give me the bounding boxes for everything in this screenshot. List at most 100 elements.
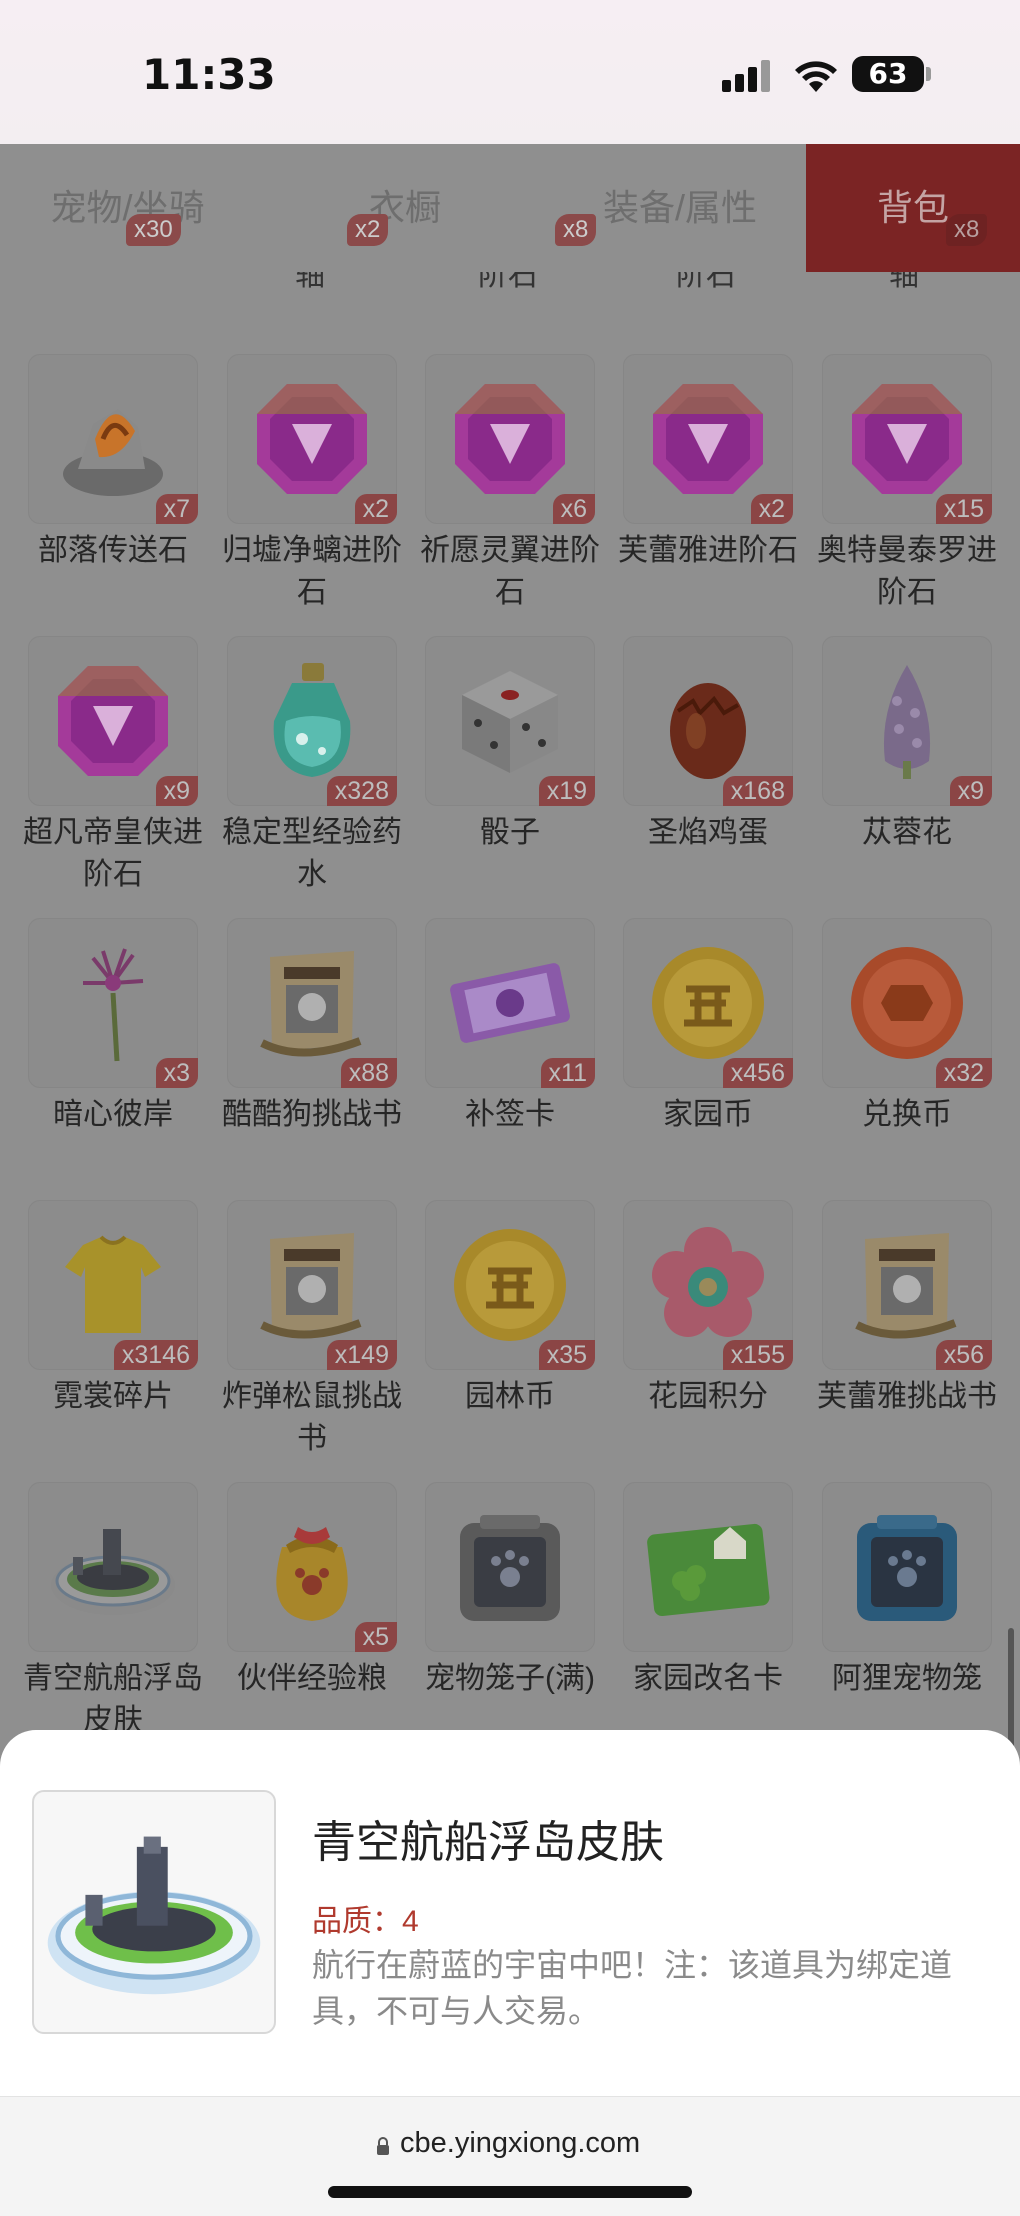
status-time: 11:33: [142, 50, 276, 99]
inventory-item[interactable]: x149 炸弹松鼠挑战书: [222, 1200, 402, 1460]
item-name: 骰子: [480, 816, 540, 849]
item-name: 芙蕾雅挑战书: [817, 1380, 997, 1413]
item-tile[interactable]: x155: [623, 1200, 793, 1370]
item-tile[interactable]: x6: [425, 354, 595, 524]
tab-wardrobe[interactable]: 衣橱 x2: [255, 144, 555, 272]
item-quantity-badge: x9: [949, 776, 992, 806]
inventory-item[interactable]: x56 芙蕾雅挑战书: [817, 1200, 997, 1418]
cage-icon: [460, 1515, 560, 1621]
item-tile[interactable]: x32: [822, 918, 992, 1088]
item-tile[interactable]: x56: [822, 1200, 992, 1370]
item-name: 阿狸宠物笼: [832, 1662, 982, 1695]
browser-url-bar[interactable]: cbe.yingxiong.com: [0, 2096, 1020, 2216]
item-quantity-badge: x149: [326, 1340, 397, 1370]
inventory-item[interactable]: x32 兑换币: [822, 918, 992, 1136]
item-tile[interactable]: x149: [227, 1200, 397, 1370]
item-name: 花园积分: [648, 1380, 768, 1413]
item-quantity-badge: x3146: [113, 1340, 198, 1370]
item-quantity-badge: x9: [155, 776, 198, 806]
inventory-item[interactable]: x2 芙蕾雅进阶石: [618, 354, 798, 572]
inventory-item[interactable]: 阿狸宠物笼: [822, 1482, 992, 1700]
item-name: 酷酷狗挑战书: [222, 1098, 402, 1131]
item-tile[interactable]: x9: [28, 636, 198, 806]
item-tile[interactable]: x5: [227, 1482, 397, 1652]
item-detail-quality: 品质：4: [312, 1905, 419, 1938]
inventory-item[interactable]: x11 补签卡: [425, 918, 595, 1136]
item-name: 圣焰鸡蛋: [648, 816, 768, 849]
item-tile[interactable]: x168: [623, 636, 793, 806]
inventory-item[interactable]: x9 苁蓉花: [822, 636, 992, 854]
item-quantity-badge: x456: [722, 1058, 793, 1088]
inventory-grid: 轴 阶石 阶石 轴 x7 部落传送石 x2 归墟净螭进阶石 x6 祈愿灵翼进阶石 x2 芙蕾雅…: [0, 272, 1020, 1732]
tab-badge: x2: [347, 214, 389, 246]
inventory-item[interactable]: x19 骰子: [425, 636, 595, 854]
item-name: 超凡帝皇侠进阶石: [23, 816, 203, 891]
partial-item-label: 阶石: [676, 272, 736, 292]
inventory-item[interactable]: x328 稳定型经验药水: [222, 636, 402, 896]
item-tile[interactable]: x9: [822, 636, 992, 806]
tab-label: 宠物/坐骑: [50, 187, 205, 228]
inventory-item[interactable]: x88 酷酷狗挑战书: [222, 918, 402, 1136]
gem-icon: [58, 666, 168, 776]
item-tile[interactable]: x19: [425, 636, 595, 806]
item-detail-panel: 青空航船浮岛皮肤 品质：4 航行在蔚蓝的宇宙中吧！注：该道具为绑定道具，不可与人…: [0, 1730, 1020, 2096]
inventory-item[interactable]: x155 花园积分: [623, 1200, 793, 1418]
item-tile[interactable]: [425, 1482, 595, 1652]
item-tile[interactable]: [822, 1482, 992, 1652]
item-name: 宠物笼子(满): [425, 1662, 595, 1695]
partial-item-label: 阶石: [478, 272, 538, 292]
inventory-item[interactable]: 家园改名卡: [623, 1482, 793, 1700]
inventory-item[interactable]: x168 圣焰鸡蛋: [623, 636, 793, 854]
tab-badge: x30: [126, 214, 181, 246]
inventory-item[interactable]: x7 部落传送石: [28, 354, 198, 572]
inventory-item[interactable]: x456 家园币: [623, 918, 793, 1136]
inventory-item[interactable]: x3146 霓裳碎片: [28, 1200, 198, 1418]
item-detail-title: 青空航船浮岛皮肤: [312, 1818, 664, 1867]
item-name: 归墟净螭进阶石: [222, 534, 402, 609]
inventory-item[interactable]: x5 伙伴经验粮: [227, 1482, 397, 1700]
item-tile[interactable]: x456: [623, 918, 793, 1088]
item-tile[interactable]: x7: [28, 354, 198, 524]
inventory-item[interactable]: 青空航船浮岛皮肤: [23, 1482, 203, 1732]
item-tile[interactable]: [623, 1482, 793, 1652]
item-quantity-badge: x155: [722, 1340, 793, 1370]
cellular-signal-icon: [722, 60, 774, 92]
tab-label: 装备/属性: [602, 187, 757, 228]
tab-label: 背包: [876, 187, 949, 228]
item-tile[interactable]: x328: [227, 636, 397, 806]
item-tile[interactable]: x11: [425, 918, 595, 1088]
inventory-item[interactable]: x3 暗心彼岸: [28, 918, 198, 1136]
item-tile[interactable]: x2: [227, 354, 397, 524]
lock-icon: [377, 2137, 389, 2155]
tab-pets-mounts[interactable]: 宠物/坐骑 x30: [0, 144, 255, 272]
item-tile[interactable]: x35: [425, 1200, 595, 1370]
item-name: 苁蓉花: [862, 816, 952, 849]
item-tile[interactable]: x2: [623, 354, 793, 524]
item-tile[interactable]: x3: [28, 918, 198, 1088]
item-quantity-badge: x5: [354, 1622, 397, 1652]
home-indicator[interactable]: [328, 2186, 692, 2198]
item-quantity-badge: x56: [935, 1340, 992, 1370]
item-quantity-badge: x19: [538, 776, 595, 806]
flower-cone-icon: [883, 665, 931, 779]
item-tile[interactable]: x88: [227, 918, 397, 1088]
inventory-item[interactable]: 宠物笼子(满): [425, 1482, 595, 1700]
item-name: 补签卡: [465, 1098, 555, 1131]
coin-red-icon: [851, 947, 963, 1059]
item-name: 暗心彼岸: [53, 1098, 173, 1131]
item-quantity-badge: x3: [155, 1058, 198, 1088]
inventory-item[interactable]: x2 归墟净螭进阶石: [222, 354, 402, 614]
partial-row: 轴 阶石 阶石 轴: [0, 272, 1020, 332]
item-tile[interactable]: x15: [822, 354, 992, 524]
cage-blue-icon: [857, 1515, 957, 1621]
item-name: 稳定型经验药水: [222, 816, 402, 891]
inventory-item[interactable]: x15 奥特曼泰罗进阶石: [817, 354, 997, 614]
item-name: 部落传送石: [38, 534, 188, 567]
item-tile[interactable]: [28, 1482, 198, 1652]
tab-equipment-attributes[interactable]: 装备/属性 x8: [555, 144, 805, 272]
item-tile[interactable]: x3146: [28, 1200, 198, 1370]
inventory-item[interactable]: x6 祈愿灵翼进阶石: [420, 354, 600, 614]
tab-backpack[interactable]: 背包 x8: [806, 144, 1020, 272]
inventory-item[interactable]: x9 超凡帝皇侠进阶石: [23, 636, 203, 896]
inventory-item[interactable]: x35 园林币: [425, 1200, 595, 1418]
